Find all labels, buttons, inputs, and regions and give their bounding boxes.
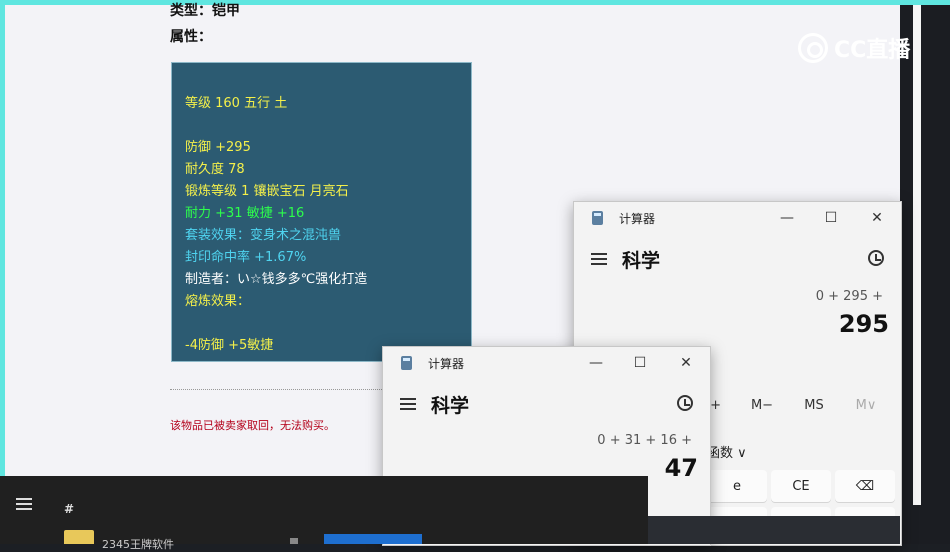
item-attribute-line: 耐力 +31 敏捷 +16: [185, 206, 305, 221]
calc1-function-dropdown[interactable]: 函数 ∨: [707, 442, 747, 461]
calc1-mode-title: 科学: [622, 250, 661, 272]
key-e[interactable]: e: [707, 470, 767, 502]
calc1-result: 295: [838, 310, 889, 338]
app-list-item-label[interactable]: 2345王牌软件: [102, 536, 174, 552]
calc2-close-button[interactable]: ✕: [663, 347, 709, 379]
item-attribute-line: 防御 +295: [185, 140, 251, 155]
calc2-expression: 0 + 31 + 16 +: [597, 433, 692, 448]
item-attribute-line: [185, 115, 471, 137]
calc2-result: 47: [664, 454, 698, 482]
item-attribute-line: 制造者：い☆钱多多℃强化打造: [185, 272, 368, 287]
cc-live-logo: CC直播: [798, 32, 910, 64]
calc2-minimize-button[interactable]: —: [573, 347, 619, 379]
memory-subtract-button[interactable]: M−: [736, 398, 788, 413]
item-attribute-line: 封印命中率 +1.67%: [185, 250, 307, 265]
memory-store-button[interactable]: MS: [788, 398, 840, 413]
withdrawn-warning: 该物品已被卖家取回，无法购买。: [170, 419, 335, 432]
page-right-dark-area: [900, 5, 950, 544]
calc2-maximize-button[interactable]: ☐: [617, 347, 663, 379]
memory-view-button[interactable]: M∨: [840, 398, 892, 413]
item-attr-label: 属性：: [170, 29, 212, 45]
calc1-maximize-button[interactable]: ☐: [808, 202, 854, 234]
app-list-group-hash: #: [64, 502, 75, 516]
item-type-line: 类型：铠甲: [170, 3, 240, 19]
page-scrollbar[interactable]: [913, 5, 921, 505]
calc1-expression: 0 + 295 +: [815, 289, 883, 304]
cc-logo-icon: [798, 33, 828, 63]
item-attribute-line: 熔炼效果：: [185, 294, 251, 309]
calc1-close-button[interactable]: ✕: [854, 202, 900, 234]
calc2-history-icon[interactable]: [677, 395, 693, 411]
calculator-app-icon: [592, 211, 603, 225]
dotted-divider: [170, 389, 410, 390]
item-attribute-line: 等级 160 五行 土: [185, 96, 288, 111]
start-tile[interactable]: [324, 534, 422, 544]
app-list-scroll-indicator[interactable]: [290, 538, 298, 544]
item-attributes-box: 等级 160 五行 土防御 +295 耐久度 78 锻炼等级 1 镶嵌宝石 月亮石耐…: [171, 62, 472, 362]
folder-icon: [64, 530, 94, 544]
logo-text: CC直播: [834, 38, 911, 63]
item-attribute-line: 套装效果：变身术之混沌兽: [185, 228, 342, 243]
start-menu-hamburger-icon[interactable]: [16, 498, 32, 510]
item-attribute-line: 耐久度 78: [185, 162, 245, 177]
calc1-menu-icon[interactable]: [591, 253, 607, 265]
calc1-history-icon[interactable]: [868, 250, 884, 266]
item-attribute-line: [185, 313, 471, 335]
key-backspace[interactable]: ⌫: [835, 470, 895, 502]
calc1-title: 计算器: [619, 211, 656, 226]
calc2-mode-title: 科学: [431, 395, 470, 417]
calc1-minimize-button[interactable]: —: [764, 202, 810, 234]
calc2-menu-icon[interactable]: [400, 398, 416, 410]
calc1-key-row-1: e CE ⌫: [707, 470, 895, 502]
calc1-memory-row: M+M−MSM∨: [684, 398, 892, 413]
calculator-app-icon: [401, 356, 412, 370]
calc2-title: 计算器: [428, 356, 465, 371]
item-attribute-line: 锻炼等级 1 镶嵌宝石 月亮石: [185, 184, 349, 199]
start-menu-panel: # 2345王牌软件: [0, 476, 648, 551]
background-dark-strip: [648, 516, 900, 544]
key-ce[interactable]: CE: [771, 470, 831, 502]
